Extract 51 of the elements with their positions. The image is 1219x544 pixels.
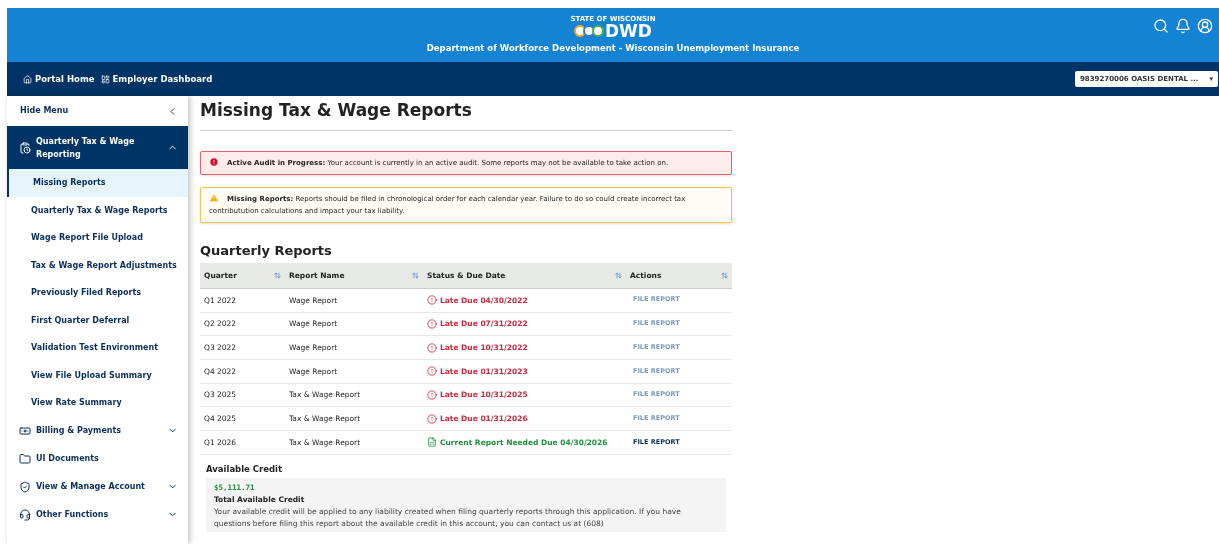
shield-icon: [19, 480, 31, 493]
hide-menu-button[interactable]: Hide Menu: [7, 96, 188, 126]
site-title: Department of Workforce Development - Wisconsin Unemployment Insurance: [426, 41, 800, 55]
menu-group-label: UI Documents: [36, 453, 100, 465]
menu-group[interactable]: Other Functions: [7, 500, 188, 529]
menu-item[interactable]: Previously Filed Reports: [7, 279, 188, 307]
menu-group[interactable]: View & Manage Account: [7, 472, 188, 501]
document-icon: [427, 437, 437, 448]
menu-group-label: Billing & Payments: [36, 425, 123, 437]
alert-icon: [427, 319, 437, 330]
menu-group-label: Other Functions: [36, 509, 110, 521]
search-icon[interactable]: [1153, 18, 1169, 34]
clipboard-icon: [19, 141, 31, 154]
sort-icon: [274, 272, 281, 279]
user-icon[interactable]: [1197, 18, 1213, 34]
sort-icon: [412, 272, 419, 279]
menu-group-label: Quarterly Tax & Wage Reporting: [36, 135, 136, 161]
menu-item[interactable]: View File Upload Summary: [7, 361, 188, 389]
money-icon: [19, 424, 31, 437]
warning-icon: [209, 192, 219, 203]
menu-item[interactable]: Missing Reports: [7, 169, 188, 197]
nav-link[interactable]: Employer Dashboard: [100, 72, 213, 86]
menu-item[interactable]: Validation Test Environment: [7, 334, 188, 362]
alert-icon: [427, 295, 437, 306]
alert-icon: [427, 366, 437, 377]
nav-link[interactable]: Portal Home: [23, 72, 95, 86]
menu-item[interactable]: Wage Report File Upload: [7, 224, 188, 252]
menu-item[interactable]: First Quarter Deferral: [7, 306, 188, 334]
folder-icon: [19, 452, 31, 465]
section-title: Quarterly Reports: [200, 241, 333, 260]
menu-group[interactable]: Billing & Payments: [7, 416, 188, 445]
bell-icon[interactable]: [1175, 18, 1191, 34]
logo-circles-icon: [574, 25, 604, 38]
error-icon: [209, 156, 219, 167]
logo-text: DWD: [605, 22, 652, 40]
menu-group-label: View & Manage Account: [36, 481, 146, 493]
alert-icon: [427, 390, 437, 401]
dashboard-icon: [100, 74, 110, 84]
menu-item[interactable]: Quarterly Tax & Wage Reports: [7, 196, 188, 224]
menu-item[interactable]: Tax & Wage Report Adjustments: [7, 251, 188, 279]
page-title: Missing Tax & Wage Reports: [200, 98, 732, 131]
credit-heading: Available Credit: [206, 462, 284, 476]
alert-icon: [427, 413, 437, 424]
alert-icon: [427, 342, 437, 353]
sort-icon: [721, 272, 728, 279]
headset-icon: [19, 508, 31, 521]
menu-group[interactable]: UI Documents: [7, 444, 188, 473]
home-icon: [23, 74, 32, 84]
menu-group[interactable]: Quarterly Tax & Wage Reporting: [7, 126, 188, 169]
menu-item[interactable]: View Rate Summary: [7, 389, 188, 417]
sort-icon: [615, 272, 622, 279]
